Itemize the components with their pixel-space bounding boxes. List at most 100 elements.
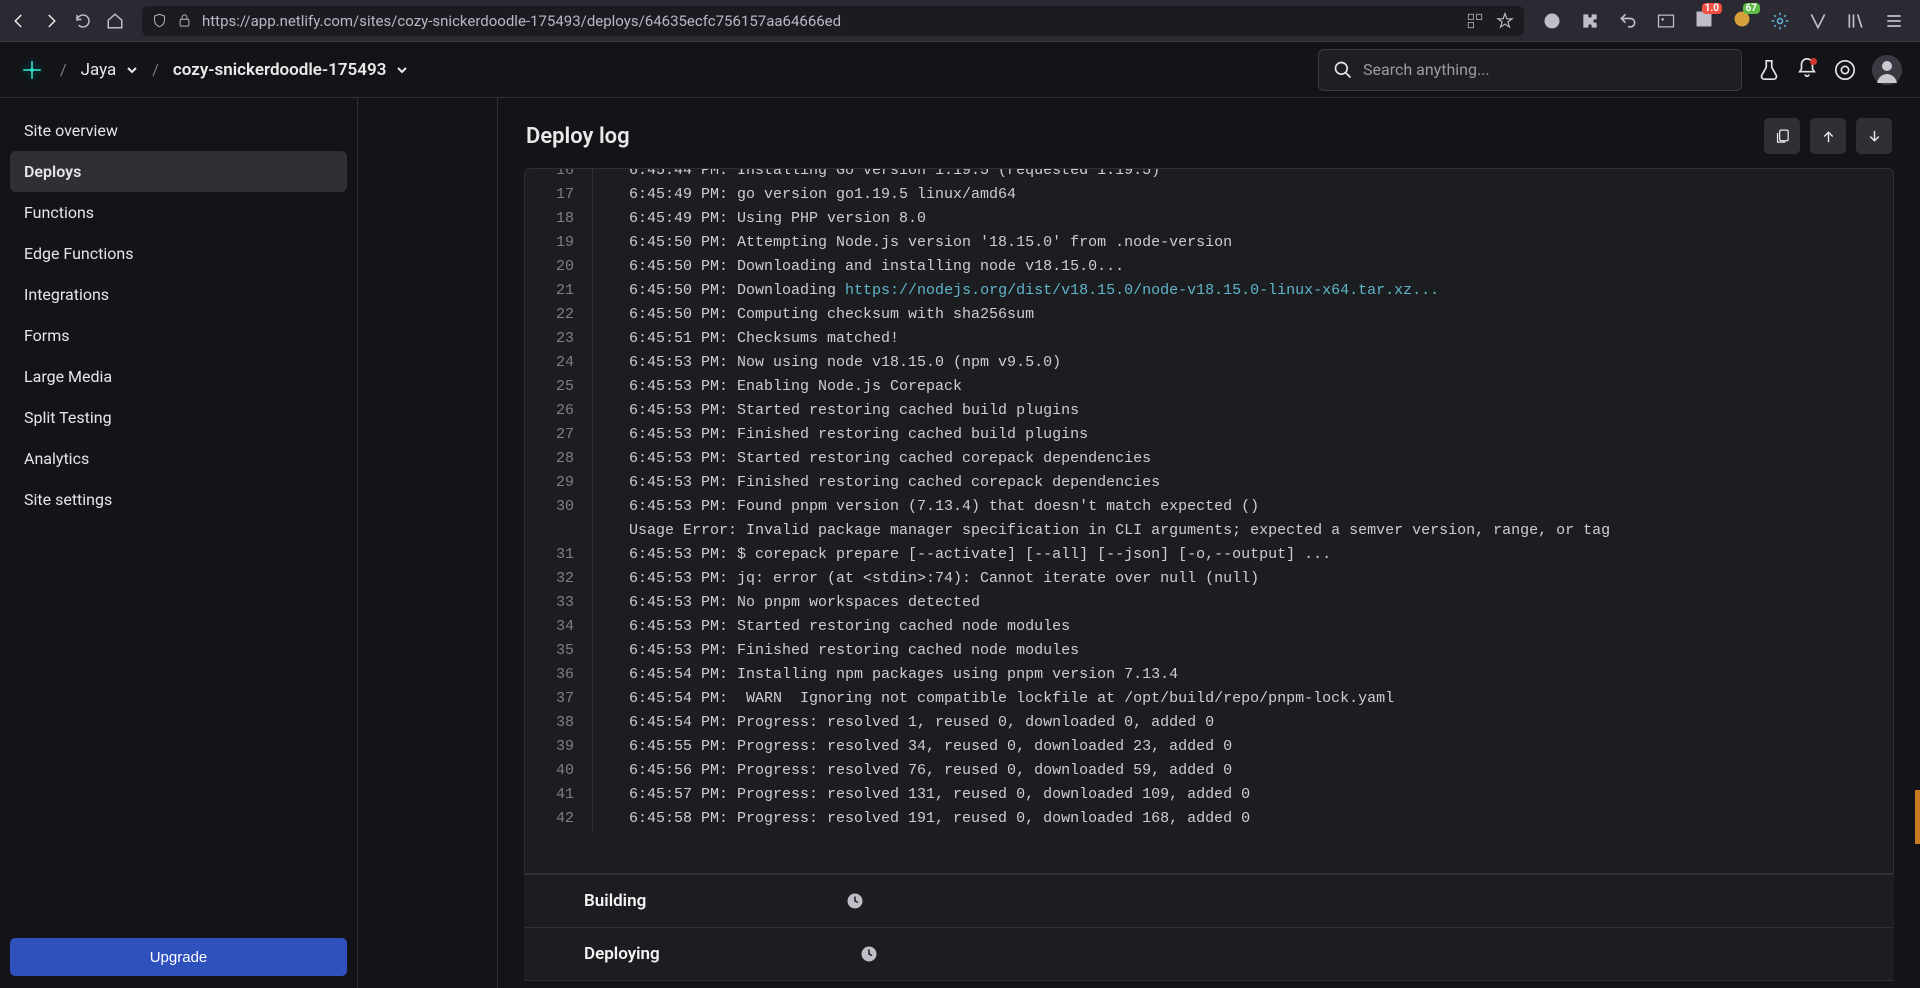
sidebar: Site overviewDeploysFunctionsEdge Functi…	[0, 98, 358, 988]
sidebar-item-split-testing[interactable]: Split Testing	[10, 397, 347, 438]
badge-value: 1.0	[1702, 3, 1722, 14]
browser-nav	[10, 12, 124, 30]
log-link[interactable]: https://nodejs.org/dist/v18.15.0/node-v1…	[845, 282, 1439, 299]
section-deploying[interactable]: Deploying	[524, 927, 1894, 980]
line-number: 16	[525, 169, 593, 183]
upgrade-button[interactable]: Upgrade	[10, 938, 347, 976]
line-content: 6:45:53 PM: jq: error (at <stdin>:74): C…	[593, 567, 1259, 591]
line-number: 32	[525, 567, 593, 591]
ext-badge-2[interactable]: 67	[1732, 9, 1752, 33]
sidebar-item-site-settings[interactable]: Site settings	[10, 479, 347, 520]
arrow-up-icon	[1820, 128, 1837, 145]
log-line: 246:45:53 PM: Now using node v18.15.0 (n…	[525, 351, 1893, 375]
log-line: 396:45:55 PM: Progress: resolved 34, reu…	[525, 735, 1893, 759]
line-number: 23	[525, 327, 593, 351]
scroll-bottom-button[interactable]	[1856, 118, 1892, 154]
search-icon	[1333, 60, 1353, 80]
line-content: 6:45:53 PM: Finished restoring cached no…	[593, 639, 1079, 663]
lock-icon	[177, 13, 192, 28]
sidebar-item-forms[interactable]: Forms	[10, 315, 347, 356]
log-line: 306:45:53 PM: Found pnpm version (7.13.4…	[525, 495, 1893, 519]
sidebar-item-integrations[interactable]: Integrations	[10, 274, 347, 315]
log-line: 176:45:49 PM: go version go1.19.5 linux/…	[525, 183, 1893, 207]
section-building[interactable]: Building	[524, 874, 1894, 927]
line-content: Usage Error: Invalid package manager spe…	[593, 519, 1610, 543]
address-bar[interactable]: https://app.netlify.com/sites/cozy-snick…	[142, 6, 1524, 36]
line-number: 25	[525, 375, 593, 399]
line-content: 6:45:50 PM: Attempting Node.js version '…	[593, 231, 1232, 255]
forward-icon[interactable]	[42, 12, 60, 30]
help-icon[interactable]	[1834, 59, 1856, 81]
scroll-top-button[interactable]	[1810, 118, 1846, 154]
log-line: 266:45:53 PM: Started restoring cached b…	[525, 399, 1893, 423]
line-content: 6:45:53 PM: Now using node v18.15.0 (npm…	[593, 351, 1061, 375]
library-icon[interactable]	[1846, 11, 1866, 31]
line-content: 6:45:53 PM: Started restoring cached bui…	[593, 399, 1079, 423]
sidebar-item-analytics[interactable]: Analytics	[10, 438, 347, 479]
line-number: 26	[525, 399, 593, 423]
ext-badge-1[interactable]: 1.0	[1694, 9, 1714, 33]
line-number: 29	[525, 471, 593, 495]
line-content: 6:45:58 PM: Progress: resolved 191, reus…	[593, 807, 1250, 831]
arrow-down-icon	[1866, 128, 1883, 145]
notifications-button[interactable]	[1796, 57, 1818, 83]
copy-log-button[interactable]	[1764, 118, 1800, 154]
sidebar-item-site-overview[interactable]: Site overview	[10, 110, 347, 151]
line-number: 37	[525, 687, 593, 711]
back-icon[interactable]	[10, 12, 28, 30]
sidebar-item-large-media[interactable]: Large Media	[10, 356, 347, 397]
badge-value: 67	[1743, 3, 1760, 14]
line-content: 6:45:53 PM: No pnpm workspaces detected	[593, 591, 980, 615]
line-number: 35	[525, 639, 593, 663]
line-content: 6:45:53 PM: Finished restoring cached bu…	[593, 423, 1088, 447]
sidebar-item-functions[interactable]: Functions	[10, 192, 347, 233]
shield-icon	[152, 13, 167, 28]
log-lines[interactable]: 166:45:44 PM: Installing Go version 1.19…	[525, 169, 1893, 873]
log-pane: 166:45:44 PM: Installing Go version 1.19…	[524, 168, 1894, 874]
sidebar-item-edge-functions[interactable]: Edge Functions	[10, 233, 347, 274]
log-line: 406:45:56 PM: Progress: resolved 76, reu…	[525, 759, 1893, 783]
breadcrumb-team[interactable]: Jaya	[81, 60, 139, 80]
log-line: 376:45:54 PM: WARN Ignoring not compatib…	[525, 687, 1893, 711]
page-title: Deploy log	[526, 124, 630, 149]
line-number: 30	[525, 495, 593, 519]
clock-icon	[846, 892, 864, 910]
sidebar-item-deploys[interactable]: Deploys	[10, 151, 347, 192]
browser-toolbar: https://app.netlify.com/sites/cozy-snick…	[0, 0, 1920, 42]
line-content: 6:45:50 PM: Downloading and installing n…	[593, 255, 1124, 279]
line-content: 6:45:51 PM: Checksums matched!	[593, 327, 899, 351]
line-number: 33	[525, 591, 593, 615]
log-line: 276:45:53 PM: Finished restoring cached …	[525, 423, 1893, 447]
bookmark-star-icon[interactable]	[1496, 12, 1514, 30]
log-line: 286:45:53 PM: Started restoring cached c…	[525, 447, 1893, 471]
hamburger-icon[interactable]	[1884, 11, 1904, 31]
netlify-logo[interactable]	[18, 56, 46, 84]
log-line: 326:45:53 PM: jq: error (at <stdin>:74):…	[525, 567, 1893, 591]
search-input[interactable]: Search anything...	[1318, 49, 1742, 91]
line-number: 28	[525, 447, 593, 471]
bell-icon	[1796, 57, 1818, 79]
breadcrumb-site-label: cozy-snickerdoodle-175493	[173, 60, 387, 80]
log-line: 356:45:53 PM: Finished restoring cached …	[525, 639, 1893, 663]
image-icon[interactable]	[1656, 11, 1676, 31]
breadcrumb-site[interactable]: cozy-snickerdoodle-175493	[173, 60, 409, 80]
qr-icon[interactable]	[1466, 12, 1484, 30]
reload-icon[interactable]	[74, 12, 92, 30]
search-placeholder: Search anything...	[1363, 60, 1490, 79]
line-number: 42	[525, 807, 593, 831]
home-icon[interactable]	[106, 12, 124, 30]
line-content: 6:45:53 PM: Finished restoring cached co…	[593, 471, 1160, 495]
undo-icon[interactable]	[1618, 11, 1638, 31]
log-line: 236:45:51 PM: Checksums matched!	[525, 327, 1893, 351]
v-icon[interactable]	[1808, 11, 1828, 31]
line-number: 24	[525, 351, 593, 375]
puzzle-icon[interactable]	[1580, 11, 1600, 31]
labs-icon[interactable]	[1758, 59, 1780, 81]
line-number: 38	[525, 711, 593, 735]
gear-icon[interactable]	[1770, 11, 1790, 31]
avatar[interactable]	[1872, 55, 1902, 85]
deploy-log-header: Deploy log	[498, 98, 1920, 168]
log-line: 206:45:50 PM: Downloading and installing…	[525, 255, 1893, 279]
line-number: 17	[525, 183, 593, 207]
ext-icon[interactable]	[1542, 11, 1562, 31]
